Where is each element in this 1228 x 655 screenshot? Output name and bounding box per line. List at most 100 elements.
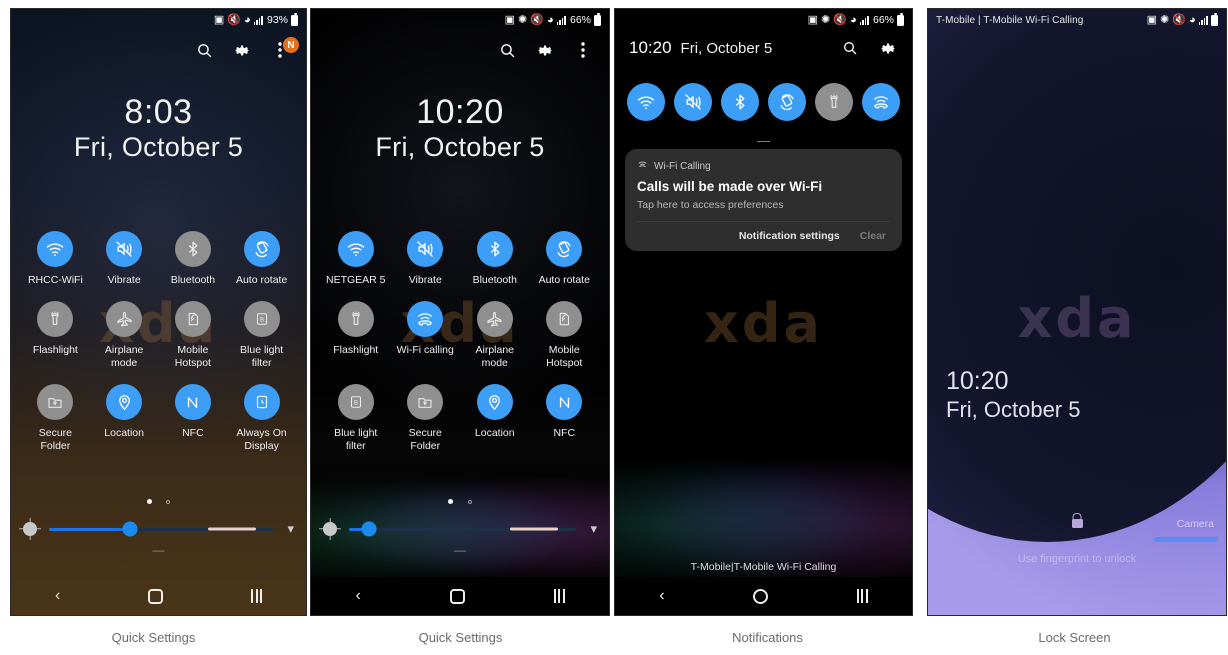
recents-button[interactable] [856, 589, 868, 603]
back-button[interactable]: ‹ [659, 587, 664, 605]
battery-icon [1211, 12, 1218, 26]
tile-flashlight[interactable]: Flashlight [23, 301, 88, 370]
brightness-slider-1[interactable] [49, 521, 274, 537]
tile-nfc[interactable]: NFC [160, 384, 225, 453]
tile-blue-light-filter[interactable]: B Blue light filter [229, 301, 294, 370]
tile-row: Flashlight Airplane mode Mobile Hotspot … [21, 301, 296, 370]
recents-button[interactable] [553, 589, 565, 603]
clear-button[interactable]: Clear [860, 230, 886, 242]
panel-quick-settings-1: ▣ 🔇 ◕ 93% N 8:03 Fri, October 5 xda RHCC… [0, 0, 307, 620]
home-button[interactable] [449, 588, 465, 604]
overflow-menu-icon[interactable]: N [270, 37, 299, 60]
gear-icon[interactable] [878, 38, 898, 58]
tile-grid-2: NETGEAR 5 Vibrate Bluetooth Auto rotate … [311, 231, 609, 465]
tile-auto-rotate[interactable]: Auto rotate [532, 231, 597, 287]
chevron-down-icon[interactable]: ▾ [281, 521, 294, 537]
page-indicator-1 [11, 491, 306, 509]
page-dot-active[interactable] [146, 499, 152, 504]
tile-wifi-calling[interactable] [861, 83, 900, 121]
search-icon[interactable] [840, 38, 860, 58]
chevron-down-icon[interactable]: ▾ [584, 521, 597, 537]
tile-airplane-mode[interactable]: Airplane mode [92, 301, 157, 370]
tile-location[interactable]: Location [92, 384, 157, 453]
tile-grid-1: RHCC-WiFi Vibrate Bluetooth Auto rotate … [11, 231, 306, 465]
hotspot-icon [174, 301, 211, 337]
tile-mobile-hotspot[interactable]: Mobile Hotspot [160, 301, 225, 370]
tile-flashlight[interactable] [814, 83, 853, 121]
slider-knob[interactable] [122, 521, 138, 537]
home-button[interactable] [753, 588, 769, 604]
gear-icon[interactable] [535, 40, 555, 60]
brightness-auto-icon[interactable] [23, 522, 37, 536]
tile-always-on-display[interactable]: Always On Display [229, 384, 294, 453]
tile-wifi[interactable]: RHCC-WiFi [23, 231, 88, 287]
clock-time: 10:20 [416, 93, 504, 131]
battery-icon [897, 12, 904, 26]
drag-handle[interactable]: — [311, 543, 609, 557]
tile-bluetooth[interactable]: Bluetooth [160, 231, 225, 287]
blue-light-icon: B [243, 301, 280, 337]
nfc-icon: ▣ [807, 13, 819, 26]
tile-secure-folder[interactable]: Secure Folder [393, 384, 458, 453]
secure-folder-icon [407, 384, 444, 420]
search-icon[interactable] [497, 40, 517, 60]
recents-button[interactable] [251, 589, 263, 603]
vibrate-icon [106, 231, 143, 267]
tile-secure-folder[interactable]: Secure Folder [23, 384, 88, 453]
brightness-auto-icon[interactable] [323, 522, 337, 536]
slider-knob[interactable] [361, 521, 377, 537]
camera-label[interactable]: Camera [1177, 518, 1214, 530]
notification-settings-button[interactable]: Notification settings [739, 230, 840, 242]
tile-wifi[interactable] [627, 83, 666, 121]
tile-auto-rotate[interactable]: Auto rotate [229, 231, 294, 287]
tile-vibrate[interactable] [674, 83, 713, 121]
wifi-icon: ◕ [243, 13, 251, 26]
page-dot[interactable] [166, 500, 171, 504]
tile-vibrate[interactable]: Vibrate [92, 231, 157, 287]
drag-handle[interactable]: — [615, 133, 912, 148]
tile-mobile-hotspot[interactable]: Mobile Hotspot [532, 301, 597, 370]
tile-location[interactable]: Location [462, 384, 527, 453]
overflow-menu-icon[interactable] [573, 40, 593, 60]
airplane-icon [476, 301, 513, 337]
tile-flashlight[interactable]: Flashlight [323, 301, 388, 370]
slider-fill [49, 527, 130, 531]
clock-time: 10:20 [946, 367, 1009, 395]
qs-clock-1: 8:03 Fri, October 5 [11, 94, 306, 164]
caption-panel-1: Quick Settings [111, 630, 196, 645]
tile-airplane-mode[interactable]: Airplane mode [462, 301, 527, 370]
tile-row: Flashlight Wi-Fi calling Airplane mode M… [321, 301, 599, 370]
notification-actions: Notification settings Clear [637, 221, 890, 251]
clock-time: 10:20 [629, 38, 672, 57]
page-dot-active[interactable] [448, 499, 454, 504]
search-icon[interactable] [194, 40, 214, 60]
tile-vibrate[interactable]: Vibrate [393, 231, 458, 287]
gear-icon[interactable] [232, 40, 252, 60]
auto-rotate-icon [767, 83, 806, 121]
back-button[interactable]: ‹ [355, 587, 360, 605]
tile-bluetooth[interactable]: Bluetooth [462, 231, 527, 287]
lock-clock: 10:20 Fri, October 5 [946, 367, 1080, 424]
tile-label: Blue light filter [334, 427, 378, 452]
wallpaper-swoop [928, 9, 1226, 543]
drag-handle[interactable]: — [11, 543, 306, 557]
screenshot-sheet: ▣ 🔇 ◕ 93% N 8:03 Fri, October 5 xda RHCC… [0, 0, 1228, 655]
camera-shortcut-bar[interactable] [1154, 537, 1218, 542]
nav-bar-1: ‹ [11, 577, 306, 615]
signal-icon [253, 15, 263, 25]
brightness-slider-2[interactable] [349, 521, 577, 537]
tile-row: B Blue light filter Secure Folder Locati… [321, 384, 599, 453]
tile-label: Bluetooth [170, 274, 216, 286]
home-button[interactable] [148, 588, 164, 604]
tile-wifi[interactable]: NETGEAR 5 [323, 231, 388, 287]
wifi-icon: ◕ [546, 13, 554, 26]
tile-bluetooth[interactable] [721, 83, 760, 121]
tile-blue-light-filter[interactable]: B Blue light filter [323, 384, 388, 453]
tile-label: Vibrate [408, 274, 442, 286]
back-button[interactable]: ‹ [55, 587, 60, 605]
tile-auto-rotate[interactable] [767, 83, 806, 121]
tile-nfc[interactable]: NFC [532, 384, 597, 453]
notification-card[interactable]: Wi-Fi Calling Calls will be made over Wi… [625, 149, 902, 251]
tile-wifi-calling[interactable]: Wi-Fi calling [393, 301, 458, 370]
page-dot[interactable] [467, 500, 472, 504]
